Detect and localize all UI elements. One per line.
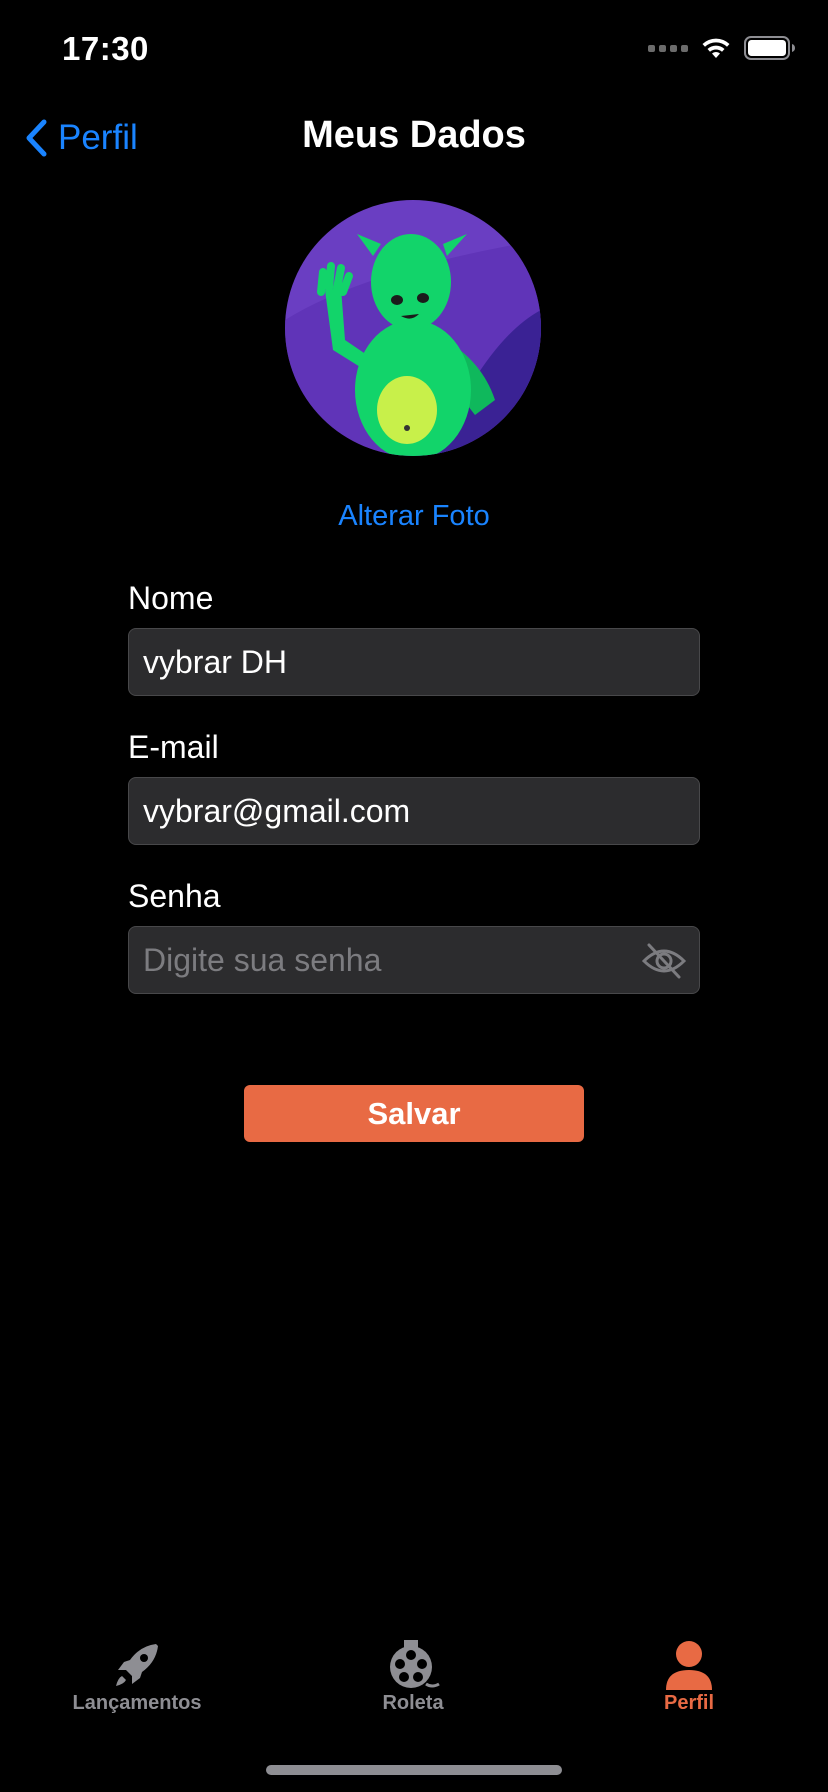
tab-bar: Lançamentos Roleta Perfil xyxy=(0,1630,828,1730)
tab-roleta[interactable]: Roleta xyxy=(303,1640,523,1715)
name-label: Nome xyxy=(128,580,214,616)
name-value: vybrar DH xyxy=(143,643,288,680)
page-title: Meus Dados xyxy=(302,114,526,156)
cellular-signal-icon xyxy=(648,44,688,52)
tab-lancamentos[interactable]: Lançamentos xyxy=(27,1640,247,1715)
change-photo-button[interactable]: Alterar Foto xyxy=(0,500,828,533)
alien-avatar-icon xyxy=(285,200,541,456)
tab-label: Perfil xyxy=(663,1692,715,1714)
name-field[interactable]: vybrar DH xyxy=(128,628,700,696)
tab-perfil[interactable]: Perfil xyxy=(579,1640,799,1715)
status-icons xyxy=(648,36,796,60)
password-placeholder: Digite sua senha xyxy=(143,941,382,978)
eye-slash-icon[interactable] xyxy=(641,941,687,981)
password-field[interactable]: Digite sua senha xyxy=(128,926,700,994)
rocket-icon xyxy=(116,1644,158,1686)
email-field[interactable]: vybrar@gmail.com xyxy=(128,777,700,845)
email-value: vybrar@gmail.com xyxy=(143,792,411,829)
tab-label: Lançamentos xyxy=(72,1692,202,1714)
wifi-icon xyxy=(702,38,730,58)
battery-icon xyxy=(744,36,795,60)
navigation-bar: Perfil Meus Dados xyxy=(0,100,828,180)
password-label: Senha xyxy=(128,878,221,914)
person-icon xyxy=(666,1641,712,1690)
save-button[interactable]: Salvar xyxy=(244,1085,584,1142)
email-label: E-mail xyxy=(128,729,219,765)
status-bar: 17:30 xyxy=(0,0,828,100)
avatar xyxy=(285,200,541,456)
film-reel-icon xyxy=(390,1640,440,1688)
home-indicator xyxy=(266,1765,562,1775)
tab-label: Roleta xyxy=(382,1692,444,1714)
status-time: 17:30 xyxy=(62,30,149,67)
